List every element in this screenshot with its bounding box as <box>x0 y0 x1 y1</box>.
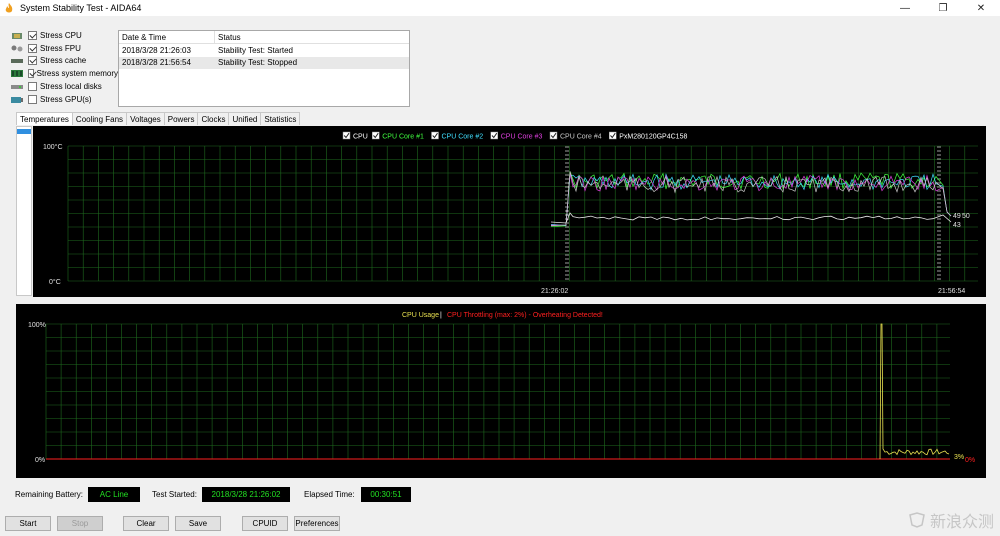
sensor-list-strip[interactable] <box>16 126 32 296</box>
log-cell-datetime: 2018/3/28 21:26:03 <box>122 45 191 55</box>
graph-tabs: Temperatures Cooling Fans Voltages Powers Cl… <box>16 112 301 125</box>
stress-option-row[interactable]: Stress FPU <box>10 42 118 55</box>
temp-x-start-label: 21:26:02 <box>541 288 568 295</box>
watermark: 新浪众测 <box>908 508 994 532</box>
temp-legend-label: CPU Core #1 <box>382 134 424 141</box>
stress-option-label: Stress FPU <box>40 43 81 53</box>
aida64-flame-icon <box>3 2 15 14</box>
log-header: Date & Time Status <box>119 31 409 44</box>
legend-checkbox[interactable] <box>609 131 617 140</box>
ssd-temp-series <box>550 212 952 224</box>
temp-end-value-cpu: 49 <box>953 213 961 220</box>
legend-separator: | <box>440 312 442 319</box>
disk-icon <box>10 82 24 91</box>
memory-icon <box>10 69 24 78</box>
stress-option-label: Stress local disks <box>40 82 102 92</box>
cache-icon <box>10 56 24 65</box>
log-header-datetime[interactable]: Date & Time <box>119 31 215 43</box>
save-button[interactable]: Save <box>175 516 221 531</box>
window-title: System Stability Test - AIDA64 <box>20 3 142 13</box>
usage-y-top-label: 100% <box>28 322 46 329</box>
maximize-button[interactable]: ❐ <box>924 0 962 16</box>
tab-clocks[interactable]: Clocks <box>197 112 230 125</box>
tab-voltages[interactable]: Voltages <box>126 112 165 125</box>
watermark-logo-icon <box>908 512 926 528</box>
temp-end-value-core: 50 <box>962 213 970 220</box>
temp-x-end-label: 21:56:54 <box>938 288 965 295</box>
temp-legend-label: CPU <box>353 134 368 141</box>
temp-legend-label: CPU Core #2 <box>442 134 484 141</box>
throttle-end-value: 0% <box>965 457 975 464</box>
usage-end-value: 3% <box>954 454 964 461</box>
cpuid-button[interactable]: CPUID <box>242 516 288 531</box>
tab-temperatures[interactable]: Temperatures <box>16 112 73 125</box>
tab-unified[interactable]: Unified <box>228 112 262 125</box>
stress-checkbox[interactable] <box>28 69 34 79</box>
cpu-usage-chart: CPU Usage | CPU Throttling (max: 2%) - O… <box>16 304 986 478</box>
temp-legend-label: CPU Core #3 <box>501 134 543 141</box>
gpu-icon <box>10 95 24 104</box>
battery-label: Remaining Battery: <box>15 490 84 499</box>
clear-button[interactable]: Clear <box>123 516 169 531</box>
fpu-icon <box>10 44 24 53</box>
stress-checkbox[interactable] <box>28 30 37 40</box>
selected-sensor-indicator <box>17 129 31 134</box>
usage-y-bottom-label: 0% <box>35 457 45 464</box>
tab-statistics[interactable]: Statistics <box>260 112 301 125</box>
tab-cooling-fans[interactable]: Cooling Fans <box>71 112 128 125</box>
stress-option-row[interactable]: Stress local disks <box>10 80 118 93</box>
temp-y-top-label: 100°C <box>43 143 63 151</box>
stress-options-panel: Stress CPU Stress FPU Stress cache Stress s… <box>10 29 118 106</box>
legend-checkbox[interactable] <box>549 131 558 140</box>
title-bar: System Stability Test - AIDA64 — ❐ ✕ <box>0 0 1000 16</box>
cpu-icon <box>10 31 24 40</box>
status-info-row: Remaining Battery: AC Line Test Started:… <box>0 486 1000 504</box>
stress-option-label: Stress system memory <box>36 69 118 79</box>
stop-button[interactable]: Stop <box>57 516 103 531</box>
test-started-label: Test Started: <box>152 490 197 499</box>
stress-option-row[interactable]: Stress cache <box>10 55 118 68</box>
event-log-table: Date & Time Status 2018/3/28 21:26:03 St… <box>118 30 410 107</box>
close-button[interactable]: ✕ <box>962 0 1000 16</box>
cpu-throttling-legend: CPU Throttling (max: 2%) - Overheating D… <box>447 312 603 319</box>
battery-value: AC Line <box>88 487 140 502</box>
legend-checkbox[interactable] <box>342 131 351 140</box>
minimize-button[interactable]: — <box>886 0 924 16</box>
temp-legend-label: PxM280120GP4C158 <box>619 134 687 141</box>
legend-checkbox[interactable] <box>372 131 380 140</box>
stress-option-row[interactable]: Stress GPU(s) <box>10 93 118 106</box>
legend-checkbox[interactable] <box>431 131 439 140</box>
stress-checkbox[interactable] <box>28 56 37 66</box>
test-started-value: 2018/3/28 21:26:02 <box>202 487 290 502</box>
stress-checkbox[interactable] <box>28 82 37 92</box>
temp-y-bottom-label: 0°C <box>49 278 61 286</box>
cpu-usage-legend: CPU Usage <box>402 312 439 319</box>
log-cell-status: Stability Test: Stopped <box>218 58 298 68</box>
watermark-text: 新浪众测 <box>929 514 994 531</box>
stress-option-row[interactable]: Stress CPU <box>10 29 118 42</box>
log-row[interactable]: 2018/3/28 21:56:54 Stability Test: Stopp… <box>119 56 409 69</box>
stress-option-label: Stress GPU(s) <box>40 94 92 104</box>
stress-checkbox[interactable] <box>28 94 37 104</box>
stress-option-label: Stress cache <box>40 56 87 66</box>
log-header-status[interactable]: Status <box>215 33 241 42</box>
log-cell-datetime: 2018/3/28 21:56:54 <box>122 58 191 68</box>
temp-end-value-ssd: 43 <box>953 222 961 229</box>
stress-option-row[interactable]: Stress system memory <box>10 67 118 80</box>
temp-legend-label: CPU Core #4 <box>560 134 602 141</box>
cpu-usage-graph-svg: CPU Usage | CPU Throttling (max: 2%) - O… <box>28 312 975 464</box>
temperature-graph-svg: CPU CPU Core #1 CPU Core #2 CPU Core #3 CPU … <box>43 131 978 295</box>
temperature-chart: CPU CPU Core #1 CPU Core #2 CPU Core #3 CPU … <box>33 126 986 297</box>
tab-powers[interactable]: Powers <box>163 112 199 125</box>
legend-checkbox[interactable] <box>490 131 498 140</box>
stress-option-label: Stress CPU <box>40 30 82 40</box>
log-cell-status: Stability Test: Started <box>218 45 293 55</box>
log-row[interactable]: 2018/3/28 21:26:03 Stability Test: Start… <box>119 44 409 57</box>
stress-checkbox[interactable] <box>28 43 37 53</box>
start-button[interactable]: Start <box>5 516 51 531</box>
button-bar: Start Stop Clear Save CPUID Preferences <box>0 516 1000 531</box>
elapsed-time-label: Elapsed Time: <box>304 490 355 499</box>
preferences-button[interactable]: Preferences <box>294 516 340 531</box>
elapsed-time-value: 00:30:51 <box>361 487 411 502</box>
